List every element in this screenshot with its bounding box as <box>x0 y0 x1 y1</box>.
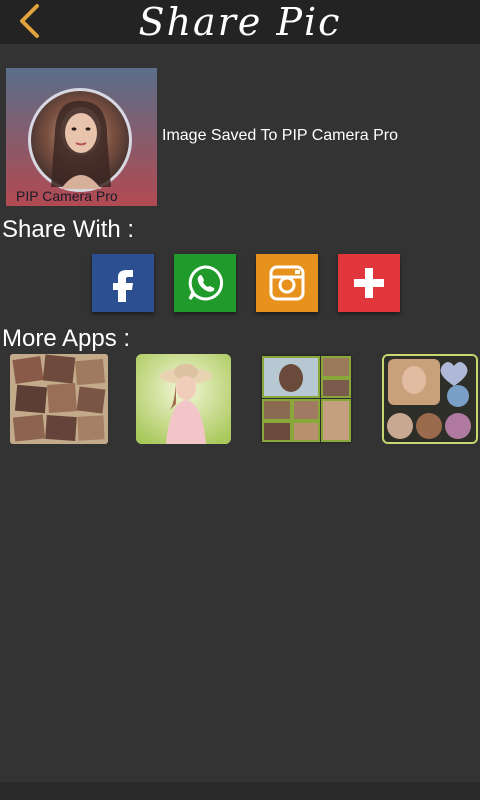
share-with-label: Share With : <box>2 216 135 243</box>
more-app-collage-1[interactable] <box>10 354 108 444</box>
share-facebook-button[interactable] <box>92 254 154 312</box>
saved-message: Image Saved To PIP Camera Pro <box>162 127 398 144</box>
top-bar: Share Pic <box>0 0 480 44</box>
plus-icon <box>354 268 384 298</box>
share-instagram-button[interactable] <box>256 254 318 312</box>
share-more-button[interactable] <box>338 254 400 312</box>
share-whatsapp-button[interactable] <box>174 254 236 312</box>
page-title: Share Pic <box>138 0 342 44</box>
more-app-photo-blend[interactable] <box>136 354 231 444</box>
portrait-image <box>51 100 111 189</box>
preview-caption: PIP Camera Pro <box>16 188 118 204</box>
more-app-grid-collage[interactable] <box>260 354 353 444</box>
facebook-icon <box>113 270 133 302</box>
shape-collage-app-icon <box>384 356 476 442</box>
bottom-strip <box>0 782 480 800</box>
collage-app-icon <box>10 354 108 444</box>
instagram-icon <box>269 265 305 301</box>
whatsapp-icon <box>188 265 224 301</box>
saved-image-preview[interactable]: PIP Camera Pro <box>6 68 157 206</box>
share-buttons-row <box>92 254 402 314</box>
photo-frame <box>28 88 132 192</box>
more-app-shape-collage[interactable] <box>382 354 478 444</box>
back-button[interactable] <box>12 2 48 40</box>
grid-collage-app-icon <box>260 354 353 444</box>
saved-image-row: PIP Camera Pro Image Saved To PIP Camera… <box>6 68 476 206</box>
chevron-left-icon <box>20 4 39 38</box>
more-apps-row <box>10 354 480 446</box>
more-apps-label: More Apps : <box>2 325 131 352</box>
photo-blend-app-icon <box>136 354 231 444</box>
